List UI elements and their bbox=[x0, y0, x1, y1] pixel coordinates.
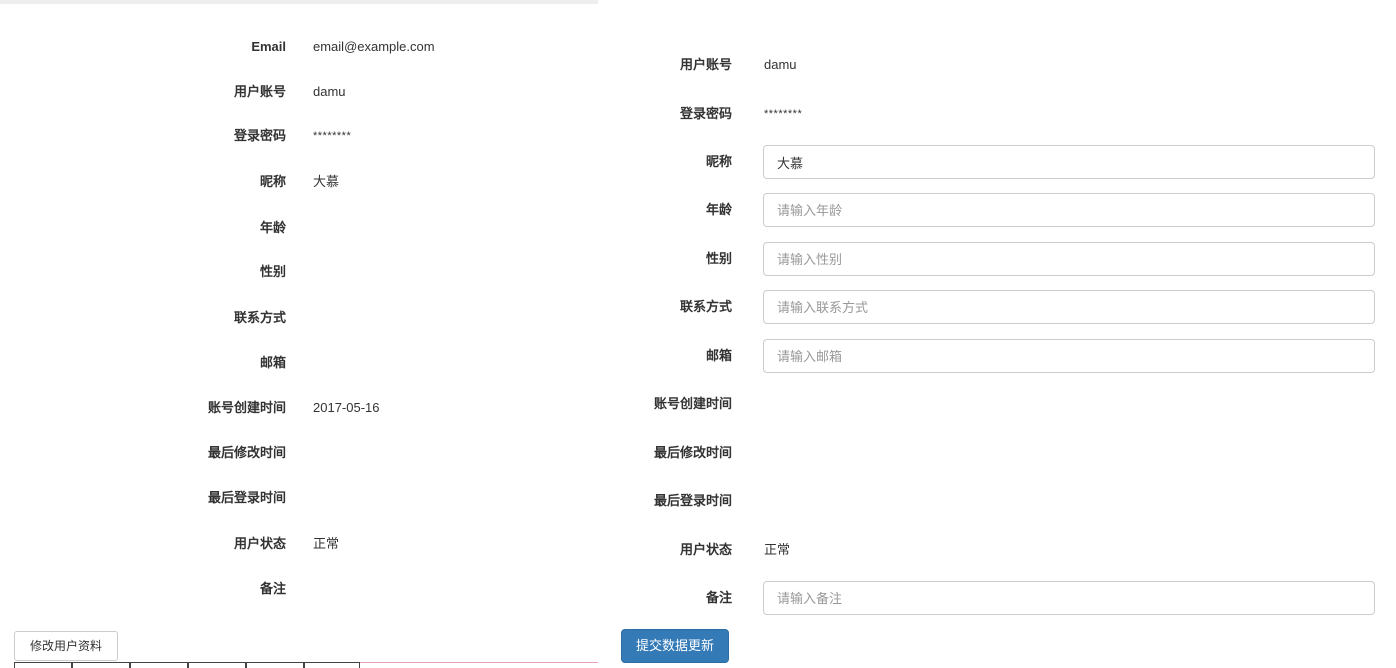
view-label-account: 用户账号 bbox=[233, 84, 286, 99]
form-label-status: 用户状态 bbox=[679, 542, 732, 557]
view-label-age: 年龄 bbox=[259, 220, 286, 235]
view-label-remark: 备注 bbox=[259, 581, 286, 596]
form-label-nickname: 昵称 bbox=[705, 154, 732, 169]
view-label-contact: 联系方式 bbox=[233, 310, 286, 325]
view-value-nickname: 大慕 bbox=[313, 174, 340, 189]
tab-fragment[interactable] bbox=[304, 662, 360, 668]
form-label-account: 用户账号 bbox=[679, 57, 732, 72]
form-label-contact: 联系方式 bbox=[679, 299, 732, 314]
view-row-remark: 备注 bbox=[0, 579, 598, 599]
edit-profile-button[interactable]: 修改用户资料 bbox=[14, 631, 118, 661]
view-label-last-login: 最后登录时间 bbox=[207, 490, 286, 505]
view-value-email: email@example.com bbox=[313, 39, 435, 54]
submit-update-button[interactable]: 提交数据更新 bbox=[621, 629, 729, 663]
form-label-password: 登录密码 bbox=[679, 106, 732, 121]
gender-input[interactable] bbox=[763, 242, 1375, 276]
form-row-remark: 备注 bbox=[598, 581, 1396, 615]
form-label-created: 账号创建时间 bbox=[653, 396, 732, 411]
view-label-nickname: 昵称 bbox=[259, 174, 286, 189]
view-label-password: 登录密码 bbox=[233, 128, 286, 143]
form-row-status: 用户状态 正常 bbox=[598, 533, 1396, 567]
view-label-created: 账号创建时间 bbox=[207, 400, 286, 415]
view-label-mailbox: 邮箱 bbox=[259, 355, 286, 370]
form-label-last-login: 最后登录时间 bbox=[653, 493, 732, 508]
form-label-age: 年龄 bbox=[705, 202, 732, 217]
form-label-email: 邮箱 bbox=[705, 348, 732, 363]
view-row-status: 用户状态 正常 bbox=[0, 534, 598, 554]
view-row-mailbox: 邮箱 bbox=[0, 353, 598, 373]
form-row-contact: 联系方式 bbox=[598, 290, 1396, 324]
age-input[interactable] bbox=[763, 193, 1375, 227]
form-row-age: 年龄 bbox=[598, 193, 1396, 227]
view-row-password: 登录密码 ******** bbox=[0, 126, 598, 146]
form-row-account: 用户账号 damu bbox=[598, 48, 1396, 82]
view-row-contact: 联系方式 bbox=[0, 308, 598, 328]
form-row-last-login: 最后登录时间 bbox=[598, 484, 1396, 518]
view-value-account: damu bbox=[313, 84, 346, 99]
form-value-password: ******** bbox=[764, 108, 803, 120]
view-row-nickname: 昵称 大慕 bbox=[0, 172, 598, 192]
form-row-gender: 性别 bbox=[598, 242, 1396, 276]
view-row-last-login: 最后登录时间 bbox=[0, 488, 598, 508]
form-row-modified: 最后修改时间 bbox=[598, 436, 1396, 470]
view-value-created: 2017-05-16 bbox=[313, 400, 380, 415]
view-label-gender: 性别 bbox=[259, 264, 286, 279]
view-row-email: Email email@example.com bbox=[0, 37, 598, 57]
bottom-tab-strip bbox=[0, 662, 598, 668]
user-profile-edit-form: 用户账号 damu 登录密码 ******** 昵称 年龄 性别 联系方式 邮箱 bbox=[598, 0, 1396, 668]
view-label-email: Email bbox=[251, 39, 286, 54]
view-label-status: 用户状态 bbox=[233, 536, 286, 551]
view-row-gender: 性别 bbox=[0, 262, 598, 282]
tab-fragment[interactable] bbox=[246, 662, 304, 668]
view-value-password: ******** bbox=[313, 130, 352, 142]
view-row-age: 年龄 bbox=[0, 218, 598, 238]
email-input[interactable] bbox=[763, 339, 1375, 373]
form-value-status: 正常 bbox=[764, 542, 791, 557]
user-profile-view-panel: Email email@example.com 用户账号 damu 登录密码 *… bbox=[0, 0, 598, 668]
view-row-modified: 最后修改时间 bbox=[0, 443, 598, 463]
view-value-status: 正常 bbox=[313, 536, 340, 551]
tab-highlight bbox=[360, 662, 598, 668]
form-label-gender: 性别 bbox=[705, 251, 732, 266]
remark-input[interactable] bbox=[763, 581, 1375, 615]
page: Email email@example.com 用户账号 damu 登录密码 *… bbox=[0, 0, 1396, 668]
view-row-created: 账号创建时间 2017-05-16 bbox=[0, 398, 598, 418]
form-value-account: damu bbox=[764, 57, 797, 72]
top-bar bbox=[0, 0, 598, 4]
form-row-password: 登录密码 ******** bbox=[598, 97, 1396, 131]
view-row-account: 用户账号 damu bbox=[0, 82, 598, 102]
form-label-remark: 备注 bbox=[705, 590, 732, 605]
tab-fragment[interactable] bbox=[130, 662, 188, 668]
nickname-input[interactable] bbox=[763, 145, 1375, 179]
tab-fragment[interactable] bbox=[72, 662, 130, 668]
form-row-nickname: 昵称 bbox=[598, 145, 1396, 179]
form-label-modified: 最后修改时间 bbox=[653, 445, 732, 460]
tab-fragment[interactable] bbox=[188, 662, 246, 668]
contact-input[interactable] bbox=[763, 290, 1375, 324]
form-row-email: 邮箱 bbox=[598, 339, 1396, 373]
form-row-created: 账号创建时间 bbox=[598, 387, 1396, 421]
tab-fragment[interactable] bbox=[14, 662, 72, 668]
view-label-modified: 最后修改时间 bbox=[207, 445, 286, 460]
